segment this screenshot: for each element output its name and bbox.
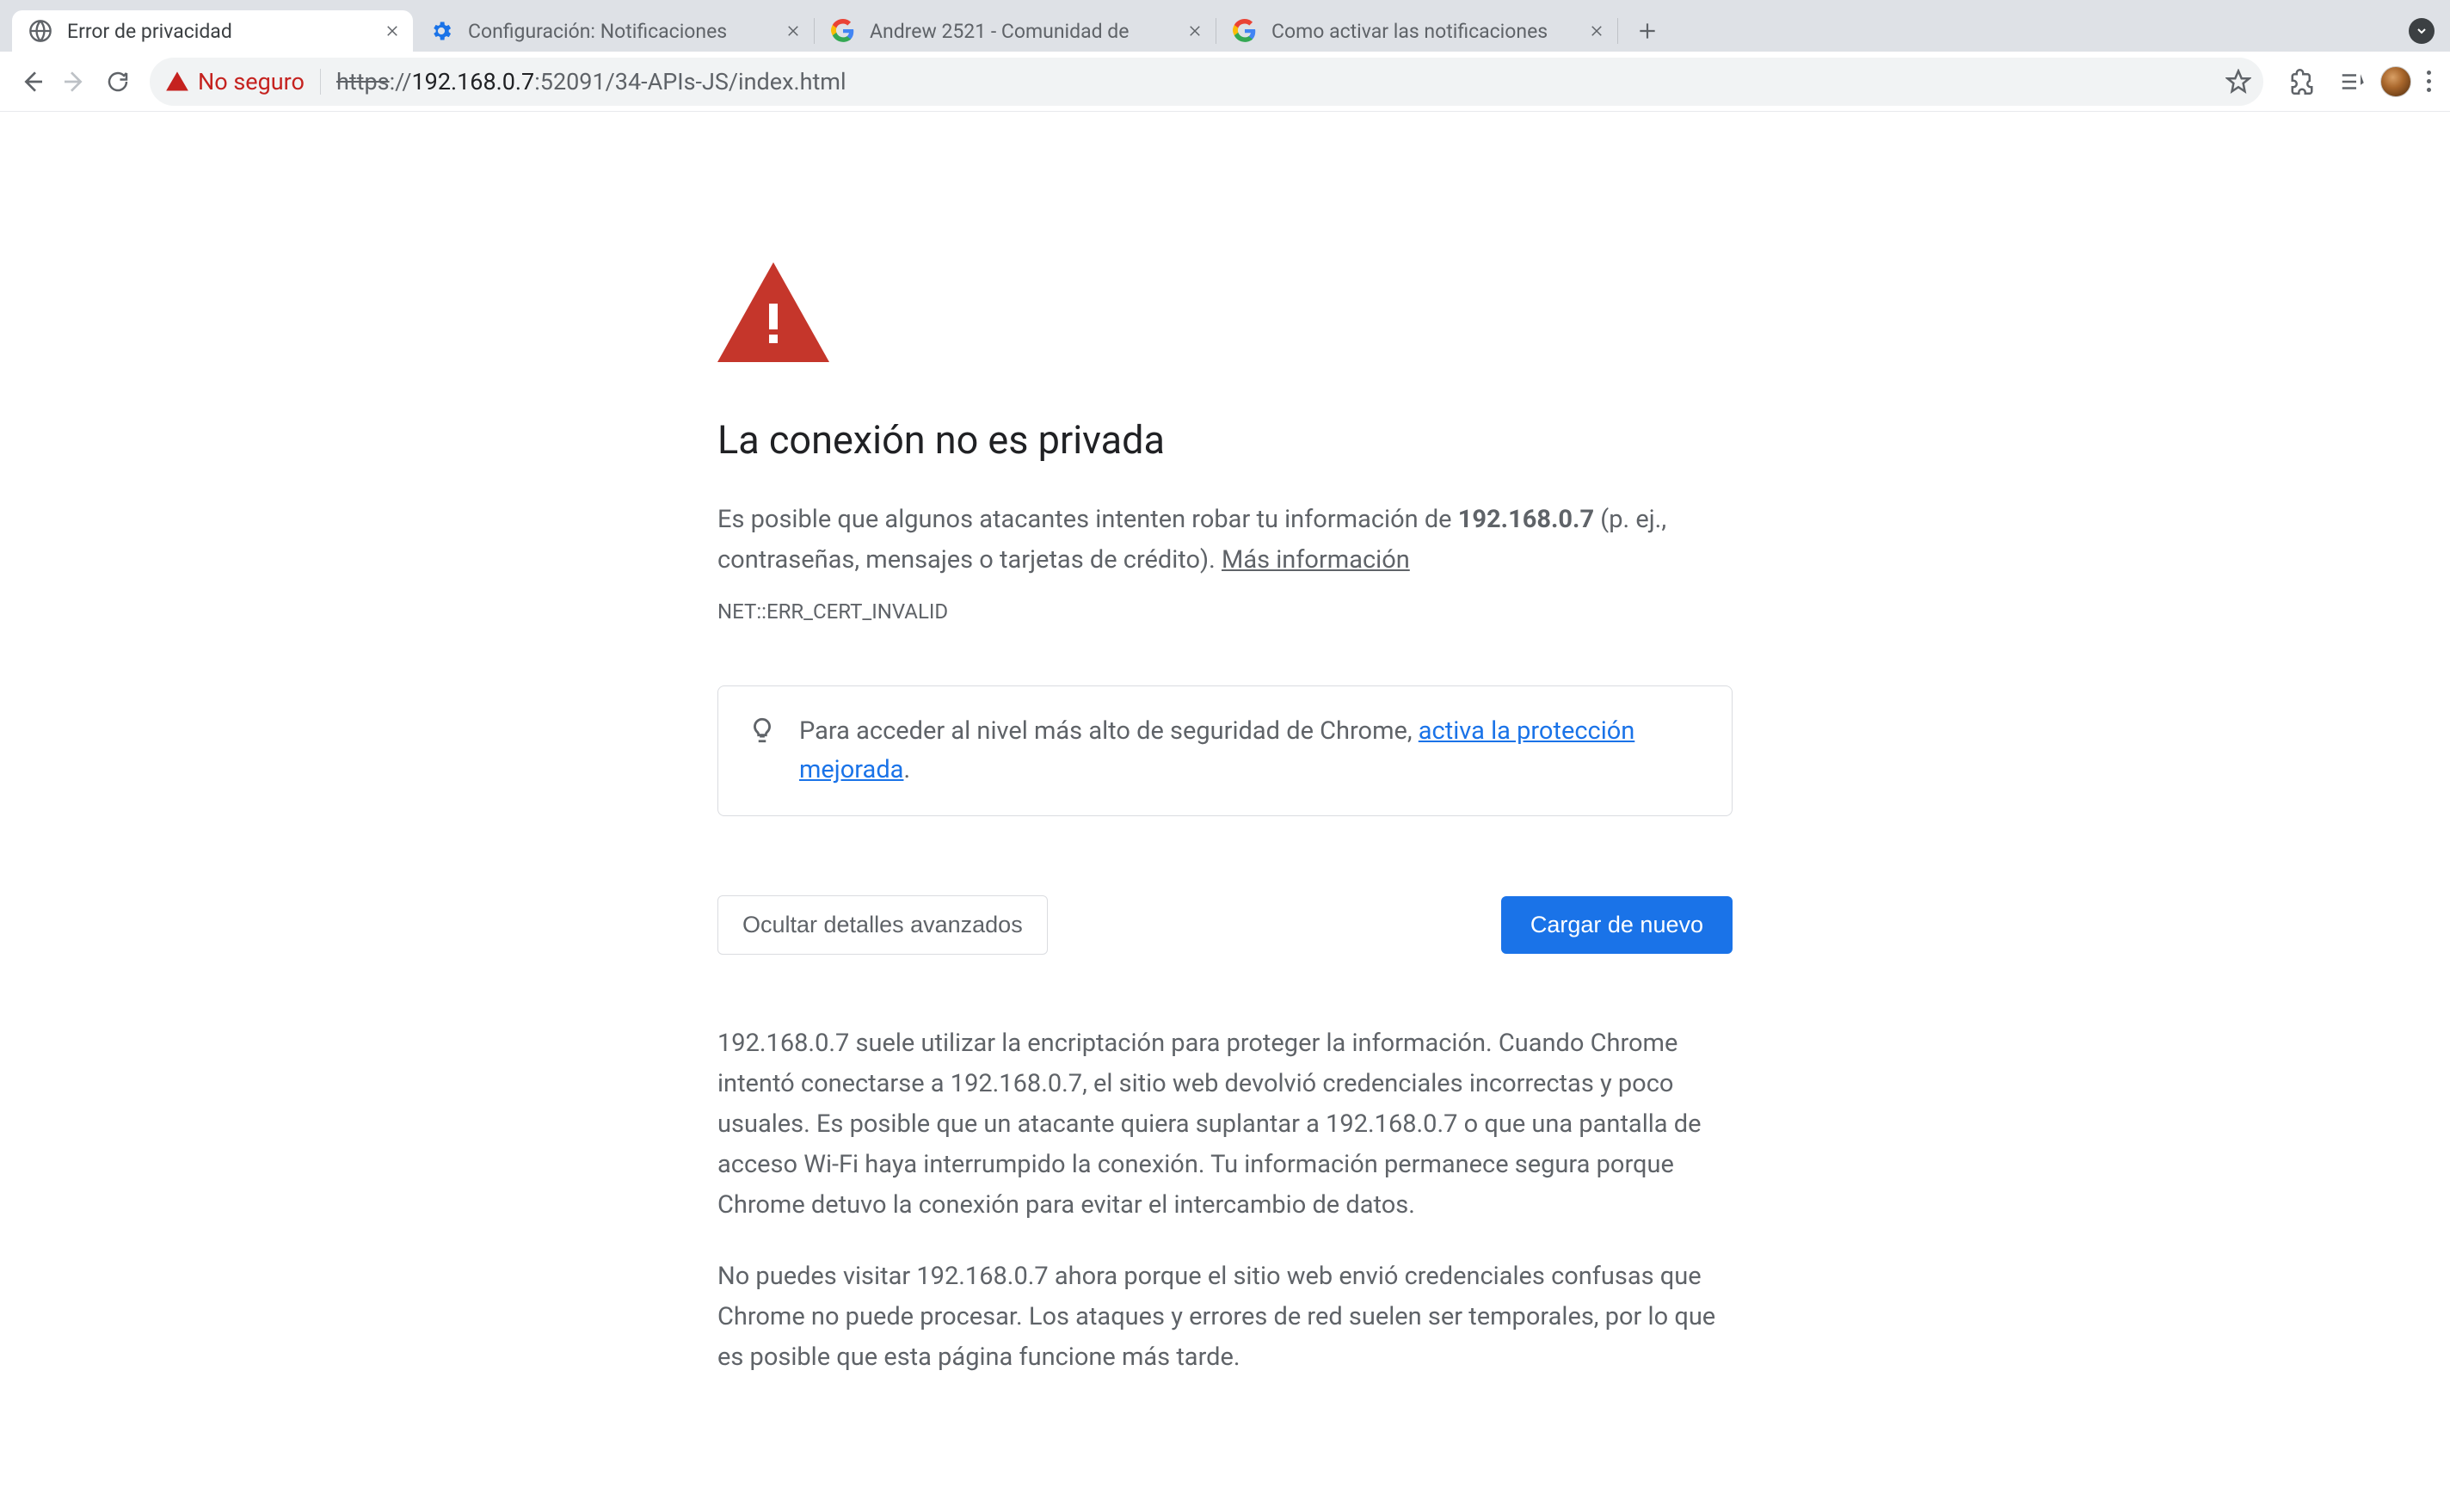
google-icon [830,18,856,44]
lightbulb-icon [748,716,777,745]
hide-details-button[interactable]: Ocultar detalles avanzados [717,895,1048,955]
chevron-down-icon[interactable] [2409,18,2435,44]
reload-button[interactable]: Cargar de nuevo [1501,896,1733,954]
globe-icon [28,18,53,44]
window-controls [2409,18,2435,44]
close-icon[interactable] [783,21,803,41]
warning-icon [717,262,1733,366]
close-icon[interactable] [1185,21,1205,41]
url-text: https://192.168.0.7:52091/34-APIs-JS/ind… [336,68,846,95]
security-indicator[interactable]: No seguro [165,68,305,95]
forward-button[interactable] [53,60,96,103]
browser-tab[interactable]: Error de privacidad [12,10,413,52]
menu-icon[interactable] [2418,62,2440,101]
close-icon[interactable] [1586,21,1607,41]
tip-box: Para acceder al nivel más alto de seguri… [717,685,1733,816]
tab-title: Andrew 2521 - Comunidad de [870,20,1181,43]
tab-title: Error de privacidad [67,20,379,43]
close-icon[interactable] [382,21,403,41]
tab-strip: Error de privacidad Configuración: Notif… [0,0,2450,52]
page-title: La conexión no es privada [717,417,1733,464]
browser-tab[interactable]: Andrew 2521 - Comunidad de [815,10,1216,52]
error-code: NET::ERR_CERT_INVALID [717,599,1733,624]
reload-button[interactable] [96,60,139,103]
back-button[interactable] [10,60,53,103]
tab-separator [1617,18,1618,44]
tab-title: Como activar las notificaciones [1271,20,1583,43]
tab-title: Configuración: Notificaciones [468,20,779,43]
error-summary: Es posible que algunos atacantes intente… [717,500,1733,581]
gear-icon [428,18,454,44]
reading-list-icon[interactable] [2330,60,2373,103]
button-row: Ocultar detalles avanzados Cargar de nue… [717,895,1733,955]
error-interstitial: La conexión no es privada Es posible que… [717,112,1733,1378]
browser-tab[interactable]: Configuración: Notificaciones [413,10,814,52]
toolbar: No seguro https://192.168.0.7:52091/34-A… [0,52,2450,112]
bookmark-icon[interactable] [2225,69,2251,95]
omnibox-separator [320,69,321,95]
avatar[interactable] [2380,66,2411,97]
google-icon [1232,18,1258,44]
security-label: No seguro [198,68,305,95]
learn-more-link[interactable]: Más información [1222,545,1410,575]
error-details: 192.168.0.7 suele utilizar la encriptaci… [717,1023,1733,1378]
browser-tab[interactable]: Como activar las notificaciones [1216,10,1617,52]
address-bar[interactable]: No seguro https://192.168.0.7:52091/34-A… [150,58,2263,106]
new-tab-button[interactable] [1627,10,1668,52]
extensions-icon[interactable] [2281,60,2324,103]
